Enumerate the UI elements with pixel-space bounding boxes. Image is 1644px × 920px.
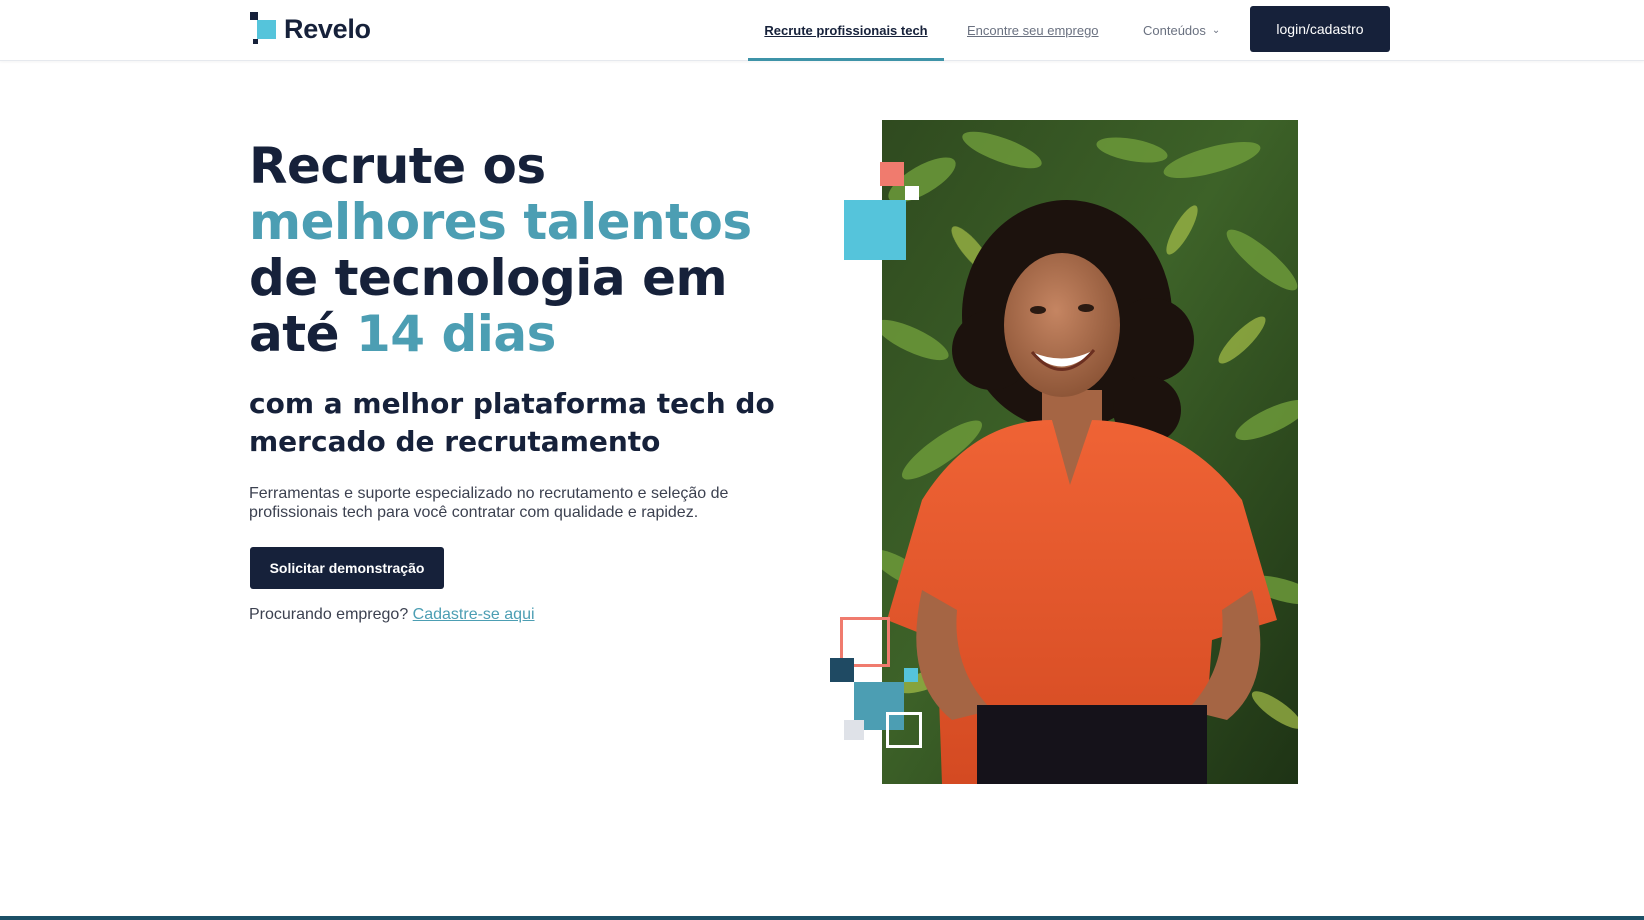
hero-description: Ferramentas e suporte especializado no r… [249, 485, 729, 521]
decor-square-navy [830, 658, 854, 682]
revelo-logo-icon [250, 12, 278, 46]
nav-find-job[interactable]: Encontre seu emprego [967, 0, 1099, 60]
headline-accent-talents: melhores talentos [249, 193, 752, 251]
request-demo-button[interactable]: Solicitar demonstração [250, 547, 444, 589]
nav-content-label: Conteúdos [1143, 22, 1206, 38]
nav-recruit-tech[interactable]: Recrute profissionais tech [748, 0, 944, 61]
revelo-logo[interactable]: Revelo [250, 12, 371, 46]
hero-subheadline: com a melhor plataforma tech do mercado … [249, 387, 775, 458]
chevron-down-icon: ⌄ [1211, 24, 1221, 36]
headline-line-3: de tecnologia em [249, 249, 728, 307]
login-signup-button[interactable]: login/cadastro [1250, 6, 1390, 52]
decor-square-coral [880, 162, 904, 186]
hero-photo [882, 120, 1298, 784]
decor-square-grey [844, 720, 864, 740]
decor-square-cyan-large [844, 200, 906, 260]
decor-square-cyan-small [904, 668, 918, 682]
nav-content-dropdown[interactable]: Conteúdos ⌄ [1143, 0, 1220, 60]
logo-text: Revelo [284, 13, 371, 44]
decor-square-white [905, 186, 919, 200]
top-navbar: Revelo Recrute profissionais tech Encont… [0, 0, 1644, 61]
section-divider [0, 916, 1644, 920]
job-seeker-line: Procurando emprego? Cadastre-se aqui [249, 606, 535, 624]
job-seeker-prompt: Procurando emprego? [249, 606, 409, 623]
smiling-woman-photo [882, 120, 1298, 784]
headline-accent-days: 14 dias [355, 305, 556, 363]
headline-line-4: até [249, 305, 340, 363]
signup-here-link[interactable]: Cadastre-se aqui [413, 606, 535, 623]
decor-square-white-outline [886, 712, 922, 748]
hero-headline: Recrute os melhores talentos de tecnolog… [249, 138, 809, 362]
headline-line-1: Recrute os [249, 137, 546, 195]
